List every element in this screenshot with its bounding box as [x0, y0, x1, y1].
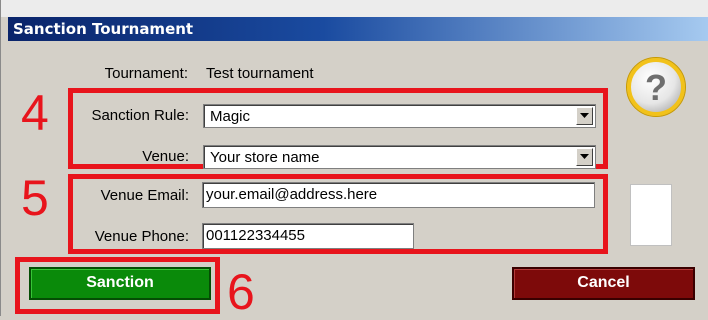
sanction-button[interactable]: Sanction [29, 267, 211, 300]
venue-phone-field[interactable]: 001122334455 [202, 223, 414, 249]
preview-box [630, 184, 672, 246]
sanction-tournament-dialog: Sanction Tournament Tournament: Test tou… [0, 0, 708, 320]
sanction-rule-label: Sanction Rule: [91, 107, 189, 124]
window-title: Sanction Tournament [8, 17, 708, 41]
venue-label: Venue: [142, 148, 189, 165]
tournament-value: Test tournament [206, 65, 314, 82]
chevron-down-icon[interactable] [576, 148, 593, 166]
venue-select[interactable]: Your store name [203, 145, 596, 169]
help-icon[interactable]: ? [625, 56, 687, 123]
venue-email-field[interactable]: your.email@address.here [202, 182, 595, 208]
sanction-rule-value: Magic [210, 108, 251, 125]
svg-text:?: ? [645, 67, 667, 108]
annotation-number-5: 5 [21, 170, 49, 226]
venue-email-label: Venue Email: [100, 187, 189, 204]
sanction-rule-select[interactable]: Magic [203, 104, 596, 128]
annotation-number-4: 4 [21, 85, 49, 141]
top-strip [1, 0, 708, 17]
venue-value: Your store name [210, 149, 320, 166]
annotation-number-6: 6 [227, 264, 255, 320]
venue-phone-label: Venue Phone: [94, 228, 189, 245]
chevron-down-icon[interactable] [576, 107, 593, 125]
cancel-button[interactable]: Cancel [512, 267, 695, 300]
tournament-label: Tournament: [104, 65, 188, 82]
